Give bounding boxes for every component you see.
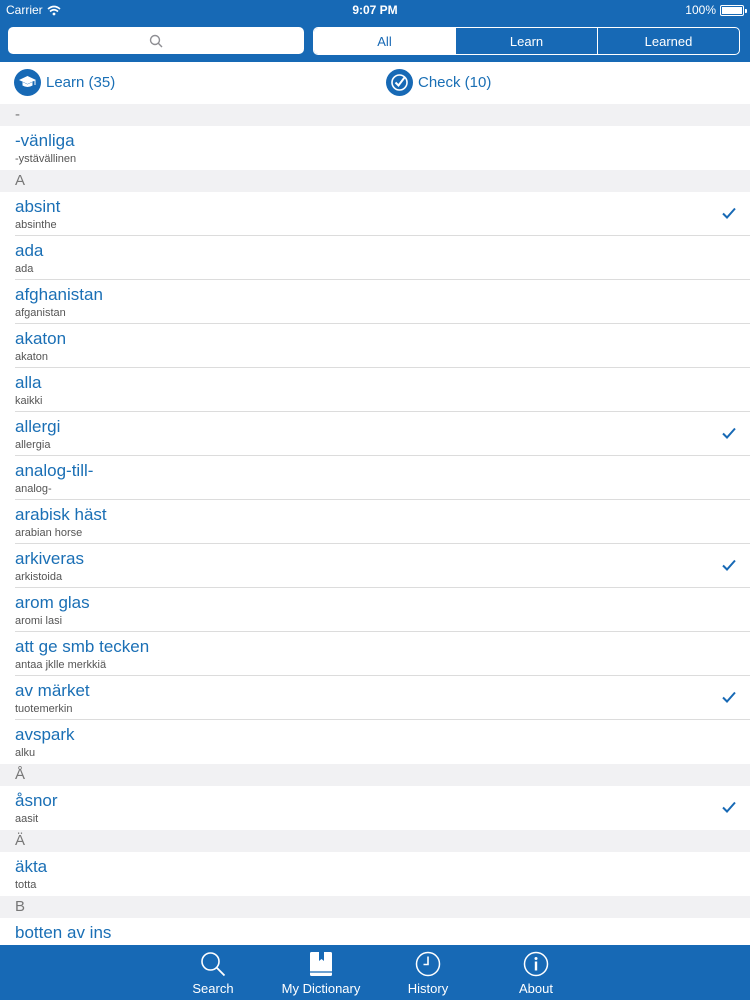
check-button[interactable]: Check (10) — [386, 69, 491, 96]
word-text: afghanistan — [15, 285, 103, 304]
word-text: arom glas — [15, 593, 90, 612]
tab-search-label: Search — [192, 981, 234, 996]
word-text: åsnor — [15, 791, 58, 810]
word-text: att ge smb tecken — [15, 637, 150, 656]
battery-percent: 100% — [685, 3, 716, 17]
list-item[interactable]: avspark alku — [0, 720, 750, 764]
battery-icon — [720, 4, 747, 16]
translation-text: totta — [15, 879, 37, 891]
translation-text: analog- — [15, 483, 52, 495]
section-header: A — [0, 170, 750, 192]
graduation-cap-icon — [14, 69, 41, 96]
learn-button[interactable]: Learn (35) — [14, 69, 115, 96]
tab-search[interactable]: Search — [173, 945, 253, 1000]
word-text: arabisk häst — [15, 505, 107, 524]
translation-text: absinthe — [15, 219, 57, 231]
translation-text: alku — [15, 747, 36, 759]
translation-text: aasit — [15, 813, 39, 825]
word-text: arkiveras — [15, 549, 84, 568]
checkmark-icon — [722, 207, 736, 219]
tab-my-dictionary[interactable]: My Dictionary — [276, 945, 366, 1000]
action-bar: Learn (35) Check (10) — [0, 62, 750, 104]
translation-text: akaton — [15, 351, 49, 363]
tab-history-label: History — [407, 981, 449, 996]
translation-text: arabian horse — [15, 527, 83, 539]
translation-text: afganistan — [15, 307, 66, 319]
search-icon — [149, 34, 163, 47]
translation-text: ada — [15, 263, 34, 275]
translation-text: aromi lasi — [15, 615, 63, 627]
check-circle-icon — [386, 69, 413, 96]
tab-history[interactable]: History — [388, 945, 468, 1000]
list-item[interactable]: allergi allergia — [0, 412, 750, 456]
translation-text: arkistoida — [15, 571, 63, 583]
tab-about-label: About — [519, 981, 553, 996]
section-header: Ä — [0, 830, 750, 852]
section-header: B — [0, 896, 750, 918]
segment-learned[interactable]: Learned — [597, 28, 739, 54]
word-text: absint — [15, 197, 61, 216]
list-item[interactable]: akaton akaton — [0, 324, 750, 368]
check-label: Check (10) — [418, 74, 492, 91]
list-item[interactable]: åsnor aasit — [0, 786, 750, 830]
filter-segmented-control: All Learn Learned — [313, 27, 740, 55]
list-item[interactable]: arom glas aromi lasi — [0, 588, 750, 632]
list-item[interactable]: av märket tuotemerkin — [0, 676, 750, 720]
info-icon — [523, 951, 549, 977]
translation-text: antaa jklle merkkiä — [15, 659, 107, 671]
list-item[interactable]: afghanistan afganistan — [0, 280, 750, 324]
translation-text: allergia — [15, 439, 51, 451]
clock-icon — [415, 951, 441, 977]
translation-text: kaikki — [15, 395, 43, 407]
status-bar: Carrier 9:07 PM 100% — [0, 0, 750, 20]
word-text: av märket — [15, 681, 90, 700]
word-list[interactable]: - -vänliga -ystävällinen Aabsint absinthe ada… — [0, 104, 750, 945]
learn-label: Learn (35) — [46, 74, 116, 91]
book-icon — [310, 952, 332, 976]
section-header: - — [0, 104, 750, 126]
word-text: -vänliga — [15, 131, 75, 150]
word-text: alla — [15, 373, 42, 392]
word-text: analog-till- — [15, 461, 94, 480]
list-item[interactable]: alla kaikki — [0, 368, 750, 412]
battery-status: 100% — [685, 3, 747, 17]
segment-learn[interactable]: Learn — [455, 28, 597, 54]
list-item[interactable]: arkiveras arkistoida — [0, 544, 750, 588]
list-item[interactable]: botten av inspohja ins — [0, 918, 750, 945]
tab-about[interactable]: About — [496, 945, 576, 1000]
status-time: 9:07 PM — [352, 3, 398, 17]
checkmark-icon — [722, 559, 736, 571]
tab-my-dictionary-label: My Dictionary — [281, 981, 361, 996]
tab-bar: Search My Dictionary History About — [0, 945, 750, 1000]
translation-text: -ystävällinen — [15, 153, 77, 165]
word-text: akaton — [15, 329, 67, 348]
list-item[interactable]: absint absinthe — [0, 192, 750, 236]
word-text: botten av ins — [15, 923, 112, 942]
word-text: allergi — [15, 417, 61, 436]
section-header: Å — [0, 764, 750, 786]
word-text: avspark — [15, 725, 75, 744]
list-item[interactable]: ada ada — [0, 236, 750, 280]
checkmark-icon — [722, 427, 736, 439]
search-icon — [201, 952, 226, 977]
translation-text: tuotemerkin — [15, 703, 73, 715]
segment-all[interactable]: All — [314, 28, 455, 54]
list-item[interactable]: äkta totta — [0, 852, 750, 896]
word-text: ada — [15, 241, 44, 260]
list-item[interactable]: att ge smb tecken antaa jklle merkkiä — [0, 632, 750, 676]
top-bar: Carrier 9:07 PM 100% All Learn Learned — [0, 0, 750, 62]
checkmark-icon — [722, 691, 736, 703]
search-input[interactable] — [8, 27, 304, 54]
list-item[interactable]: arabisk häst arabian horse — [0, 500, 750, 544]
word-text: äkta — [15, 857, 48, 876]
list-item[interactable]: analog-till-analog- — [0, 456, 750, 500]
list-item[interactable]: -vänliga -ystävällinen — [0, 126, 750, 170]
checkmark-icon — [722, 801, 736, 813]
